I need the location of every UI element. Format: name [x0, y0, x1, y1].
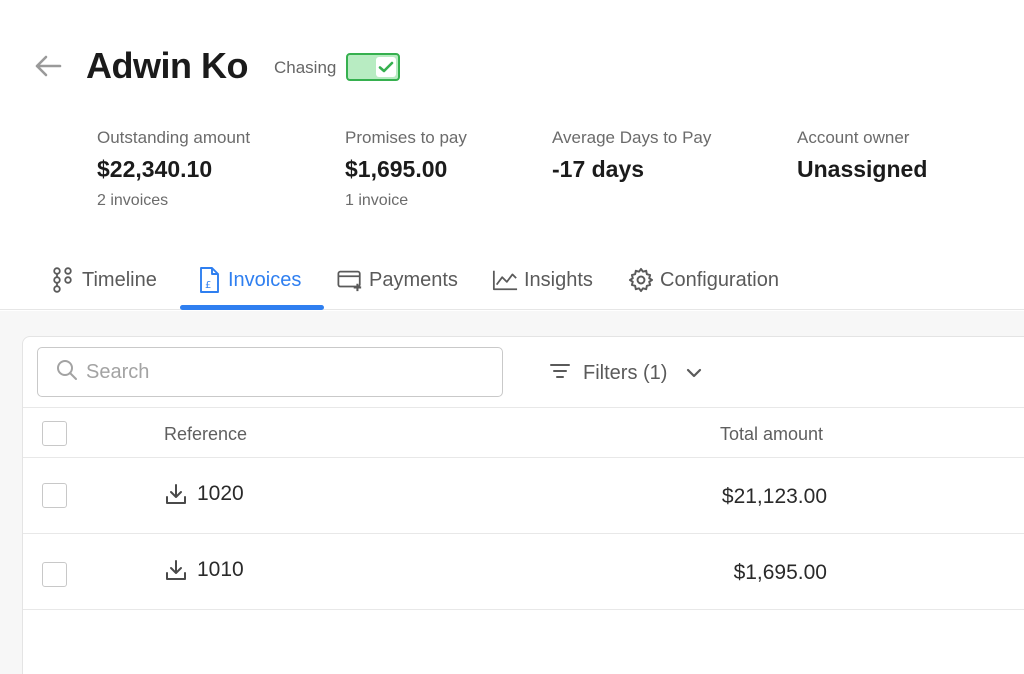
table-row[interactable]: 1010 $1,695.00	[23, 534, 1024, 610]
active-tab-indicator	[180, 305, 324, 310]
total-amount-cell: $1,695.00	[733, 561, 827, 584]
tab-label: Timeline	[82, 268, 157, 291]
stat-label: Outstanding amount	[97, 128, 251, 147]
stat-promises: Promises to pay $1,695.00 1 invoice	[345, 128, 467, 210]
table-row[interactable]: 1020 $21,123.00	[23, 458, 1024, 534]
chasing-label: Chasing	[273, 58, 337, 77]
column-total-amount[interactable]: Total amount	[720, 424, 823, 445]
stat-label: Average Days to Pay	[552, 128, 712, 147]
search-icon	[56, 359, 78, 386]
tab-insights[interactable]: Insights	[492, 260, 593, 300]
stat-account-owner: Account owner Unassigned	[797, 128, 927, 183]
payments-icon	[337, 267, 363, 293]
customer-page: Adwin Ko Chasing Outstanding amount $22,…	[0, 0, 1024, 674]
tab-label: Invoices	[228, 268, 302, 291]
select-all-checkbox[interactable]	[42, 421, 67, 446]
row-checkbox[interactable]	[42, 483, 67, 508]
chasing-toggle[interactable]	[346, 53, 401, 81]
filters-label: Filters (1)	[583, 361, 668, 384]
stat-label: Account owner	[797, 128, 910, 147]
filter-icon	[549, 362, 571, 385]
search-input[interactable]	[86, 360, 446, 384]
stat-average-days: Average Days to Pay -17 days	[552, 128, 711, 183]
account-stats: Outstanding amount $22,340.10 2 invoices…	[97, 128, 997, 224]
download-icon[interactable]	[164, 482, 188, 506]
reference-text[interactable]: 1020	[197, 482, 244, 506]
stat-value: $1,695.00	[345, 156, 448, 182]
tab-label: Insights	[524, 268, 593, 291]
page-title: Adwin Ko	[86, 45, 248, 86]
stat-value: $22,340.10	[97, 156, 213, 182]
stat-sub: 1 invoice	[345, 192, 409, 209]
stat-label: Promises to pay	[345, 128, 467, 147]
download-icon[interactable]	[164, 558, 188, 582]
tab-payments[interactable]: Payments	[337, 260, 458, 300]
reference-cell: 1020	[164, 482, 244, 506]
tab-invoices[interactable]: £ Invoices	[196, 260, 301, 300]
invoices-panel: Filters (1) Reference Total amount 1020	[22, 336, 1024, 674]
tab-label: Configuration	[660, 268, 779, 291]
tab-bar: Timeline £ Invoices Payments Insights Co…	[0, 252, 1024, 310]
insights-icon	[492, 267, 518, 293]
chevron-down-icon	[685, 367, 703, 379]
row-checkbox[interactable]	[42, 562, 67, 587]
tab-label: Payments	[369, 268, 458, 291]
stat-value: -17 days	[552, 156, 645, 182]
tab-configuration[interactable]: Configuration	[628, 260, 779, 300]
reference-cell: 1010	[164, 558, 244, 582]
tab-timeline[interactable]: Timeline	[50, 260, 157, 300]
stat-sub: 2 invoices	[97, 192, 169, 209]
table-header: Reference Total amount	[23, 407, 1024, 458]
invoice-icon: £	[196, 267, 222, 293]
reference-text[interactable]: 1010	[197, 558, 244, 582]
page-header: Adwin Ko Chasing	[32, 42, 401, 90]
stat-outstanding: Outstanding amount $22,340.10 2 invoices	[97, 128, 250, 210]
check-icon	[376, 57, 397, 77]
back-arrow-icon[interactable]	[32, 50, 64, 82]
total-amount-cell: $21,123.00	[721, 485, 827, 508]
column-reference[interactable]: Reference	[164, 424, 247, 445]
filters-button[interactable]: Filters (1)	[549, 353, 703, 393]
svg-text:£: £	[205, 280, 211, 291]
gear-icon	[628, 267, 654, 293]
stat-value: Unassigned	[797, 156, 928, 182]
search-box[interactable]	[37, 347, 503, 397]
timeline-icon	[50, 267, 76, 293]
